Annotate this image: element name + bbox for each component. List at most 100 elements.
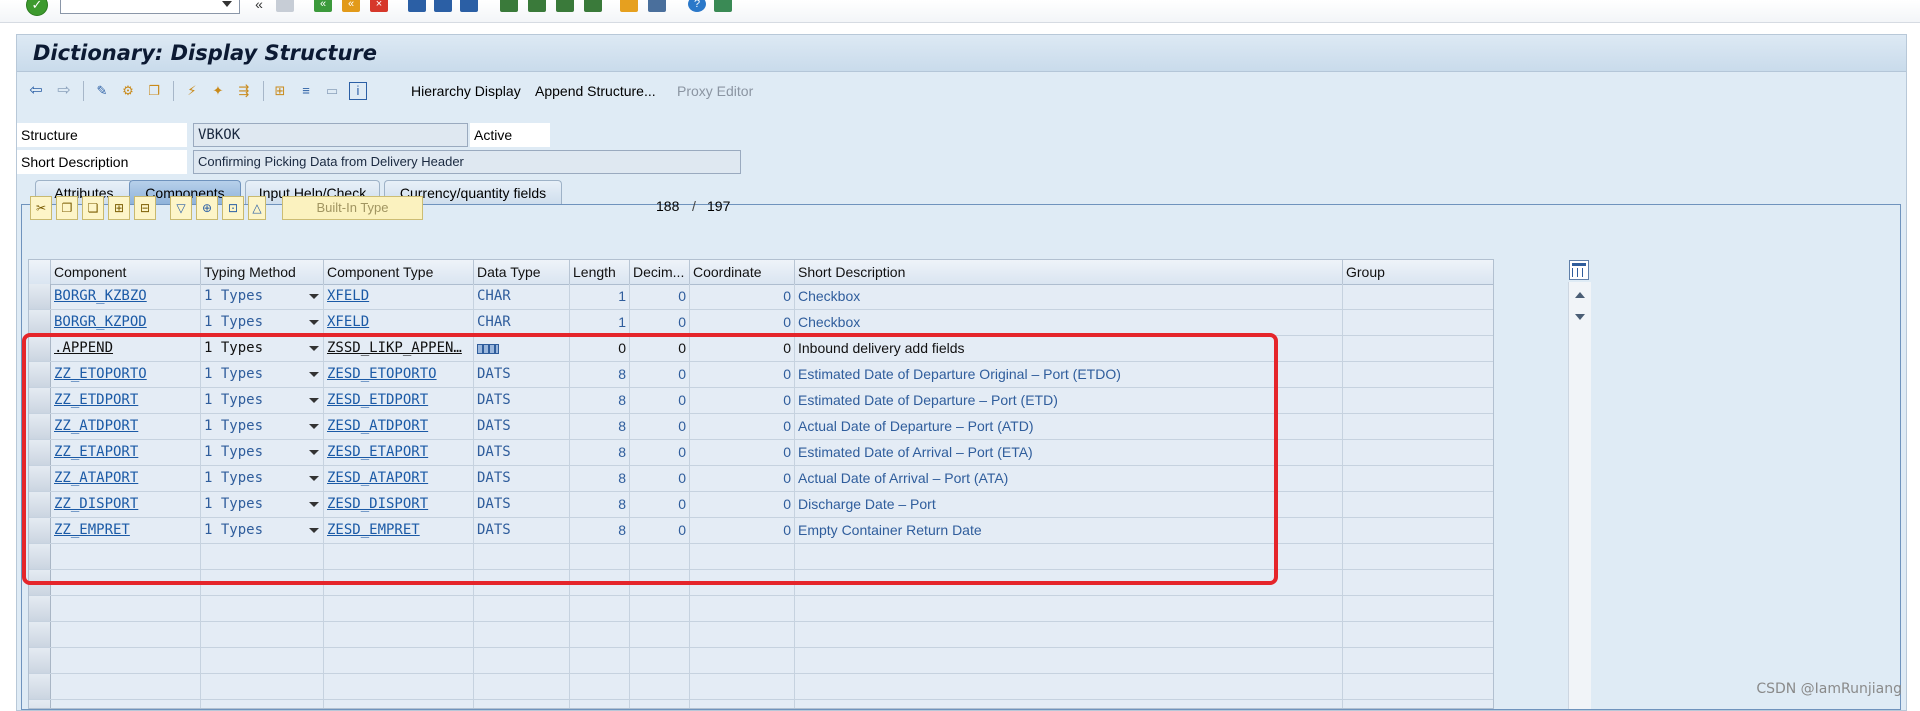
cell-component-type[interactable]: ZESD_ETDPORT xyxy=(324,388,474,413)
align-icon[interactable]: ≡ xyxy=(297,82,315,100)
back-arrow-icon[interactable]: ⇦ xyxy=(27,82,45,100)
cell-typing-method[interactable]: 1 Types xyxy=(201,388,324,413)
table-row[interactable]: ZZ_DISPORT 1 Types ZESD_DISPORT DATS 8 0 0 Disc… xyxy=(29,492,1493,518)
table-row[interactable]: ZZ_ATDPORT 1 Types ZESD_ATDPORT DATS 8 0 0 Actu… xyxy=(29,414,1493,440)
expand-icon[interactable]: ⊕ xyxy=(196,196,218,220)
header-group[interactable]: Group xyxy=(1343,260,1493,284)
insert-row-icon[interactable]: ⊞ xyxy=(108,196,130,220)
header-coordinate[interactable]: Coordinate xyxy=(690,260,795,284)
sort-icon[interactable]: △ xyxy=(248,196,266,220)
command-history-chevron-down-icon[interactable] xyxy=(222,1,232,7)
check-icon[interactable]: ❐ xyxy=(145,82,163,100)
layout-menu-icon[interactable] xyxy=(714,0,732,12)
new-session-icon[interactable] xyxy=(620,0,638,12)
cell-component[interactable] xyxy=(51,544,201,569)
table-row[interactable] xyxy=(29,570,1493,596)
cell-component[interactable]: ZZ_ETAPORT xyxy=(51,440,201,465)
cell-component-type[interactable]: ZESD_EMPRET xyxy=(324,518,474,543)
row-selector[interactable] xyxy=(29,440,51,465)
row-selector[interactable] xyxy=(29,544,51,569)
chevron-down-icon[interactable] xyxy=(309,372,319,377)
enter-check-icon[interactable]: ✓ xyxy=(26,0,48,16)
layout-icon[interactable]: ▭ xyxy=(323,82,341,100)
cell-component-type[interactable]: XFELD xyxy=(324,284,474,309)
collapse-icon[interactable]: ⊡ xyxy=(222,196,244,220)
row-selector[interactable] xyxy=(29,336,51,361)
cell-component[interactable]: ZZ_ATDPORT xyxy=(51,414,201,439)
where-used-icon[interactable]: ✦ xyxy=(209,82,227,100)
cell-typing-method[interactable]: 1 Types xyxy=(201,492,324,517)
header-component-type[interactable]: Component Type xyxy=(324,260,474,284)
cell-component-type[interactable] xyxy=(324,596,474,621)
chevron-down-icon[interactable] xyxy=(309,294,319,299)
cell-component-type[interactable] xyxy=(324,544,474,569)
row-selector[interactable] xyxy=(29,362,51,387)
row-selector[interactable] xyxy=(29,622,51,647)
built-in-type-button[interactable]: Built-In Type xyxy=(282,196,423,220)
cell-component[interactable] xyxy=(51,674,201,699)
cell-component-type[interactable]: ZESD_ATDPORT xyxy=(324,414,474,439)
row-selector[interactable] xyxy=(29,466,51,491)
cell-typing-method[interactable] xyxy=(201,544,324,569)
cell-component[interactable]: ZZ_ETDPORT xyxy=(51,388,201,413)
display-change-icon[interactable]: ✎ xyxy=(93,82,111,100)
cell-component[interactable]: BORGR_KZBZO xyxy=(51,284,201,309)
activate-icon[interactable]: ⚡ xyxy=(183,82,201,100)
cell-component[interactable] xyxy=(51,700,201,708)
scroll-up-icon[interactable] xyxy=(1575,292,1585,298)
cell-typing-method[interactable]: 1 Types xyxy=(201,362,324,387)
chevron-down-icon[interactable] xyxy=(309,346,319,351)
find-next-icon[interactable] xyxy=(460,0,478,12)
cell-typing-method[interactable] xyxy=(201,700,324,708)
row-selector[interactable] xyxy=(29,388,51,413)
cell-typing-method[interactable] xyxy=(201,570,324,595)
row-selector[interactable] xyxy=(29,492,51,517)
info-icon[interactable]: i xyxy=(349,82,367,100)
first-page-icon[interactable] xyxy=(500,0,518,12)
table-row[interactable]: ZZ_ETOPORTO 1 Types ZESD_ETOPORTO DATS 8 0 0 Es… xyxy=(29,362,1493,388)
hierarchy-icon[interactable]: ⊞ xyxy=(271,82,289,100)
chevron-down-icon[interactable] xyxy=(309,320,319,325)
cell-typing-method[interactable] xyxy=(201,622,324,647)
table-row[interactable] xyxy=(29,700,1493,708)
table-row[interactable]: ZZ_ETAPORT 1 Types ZESD_ETAPORT DATS 8 0 0 Esti… xyxy=(29,440,1493,466)
cell-component-type[interactable] xyxy=(324,674,474,699)
double-chevron-left-icon[interactable]: « xyxy=(250,0,268,12)
cut-row-icon[interactable]: ✂ xyxy=(30,196,52,220)
vertical-scrollbar[interactable] xyxy=(1568,282,1591,709)
table-row[interactable] xyxy=(29,648,1493,674)
table-row[interactable] xyxy=(29,544,1493,570)
cell-typing-method[interactable] xyxy=(201,596,324,621)
header-typing-method[interactable]: Typing Method xyxy=(201,260,324,284)
exit-icon[interactable]: « xyxy=(342,0,360,12)
cell-component-type[interactable] xyxy=(324,570,474,595)
find-icon[interactable] xyxy=(434,0,452,12)
row-selector[interactable] xyxy=(29,700,51,708)
cell-component-type[interactable] xyxy=(324,700,474,708)
cell-component-type[interactable]: XFELD xyxy=(324,310,474,335)
table-row[interactable]: ZZ_EMPRET 1 Types ZESD_EMPRET DATS 8 0 0 Empty … xyxy=(29,518,1493,544)
cell-component[interactable]: .APPEND xyxy=(51,336,201,361)
row-selector[interactable] xyxy=(29,414,51,439)
cell-typing-method[interactable]: 1 Types xyxy=(201,310,324,335)
delete-row-icon[interactable]: ⊟ xyxy=(134,196,156,220)
cell-component[interactable] xyxy=(51,596,201,621)
cell-typing-method[interactable]: 1 Types xyxy=(201,440,324,465)
cell-component-type[interactable] xyxy=(324,648,474,673)
header-decimals[interactable]: Decim... xyxy=(630,260,690,284)
cell-typing-method[interactable]: 1 Types xyxy=(201,466,324,491)
header-short-description[interactable]: Short Description xyxy=(795,260,1343,284)
command-field[interactable] xyxy=(60,0,240,14)
row-selector[interactable] xyxy=(29,518,51,543)
header-data-type[interactable]: Data Type xyxy=(474,260,570,284)
table-row[interactable] xyxy=(29,622,1493,648)
cell-component[interactable]: BORGR_KZPOD xyxy=(51,310,201,335)
chevron-down-icon[interactable] xyxy=(309,502,319,507)
table-row[interactable]: .APPEND 1 Types ZSSD_LIKP_APPEN… 0 0 0 Inbound… xyxy=(29,336,1493,362)
row-selector[interactable] xyxy=(29,570,51,595)
cell-component-type[interactable]: ZESD_ETOPORTO xyxy=(324,362,474,387)
scroll-down-icon[interactable] xyxy=(1575,314,1585,320)
append-structure-button[interactable]: Append Structure... xyxy=(535,83,656,99)
row-selector[interactable] xyxy=(29,596,51,621)
cell-typing-method[interactable] xyxy=(201,648,324,673)
